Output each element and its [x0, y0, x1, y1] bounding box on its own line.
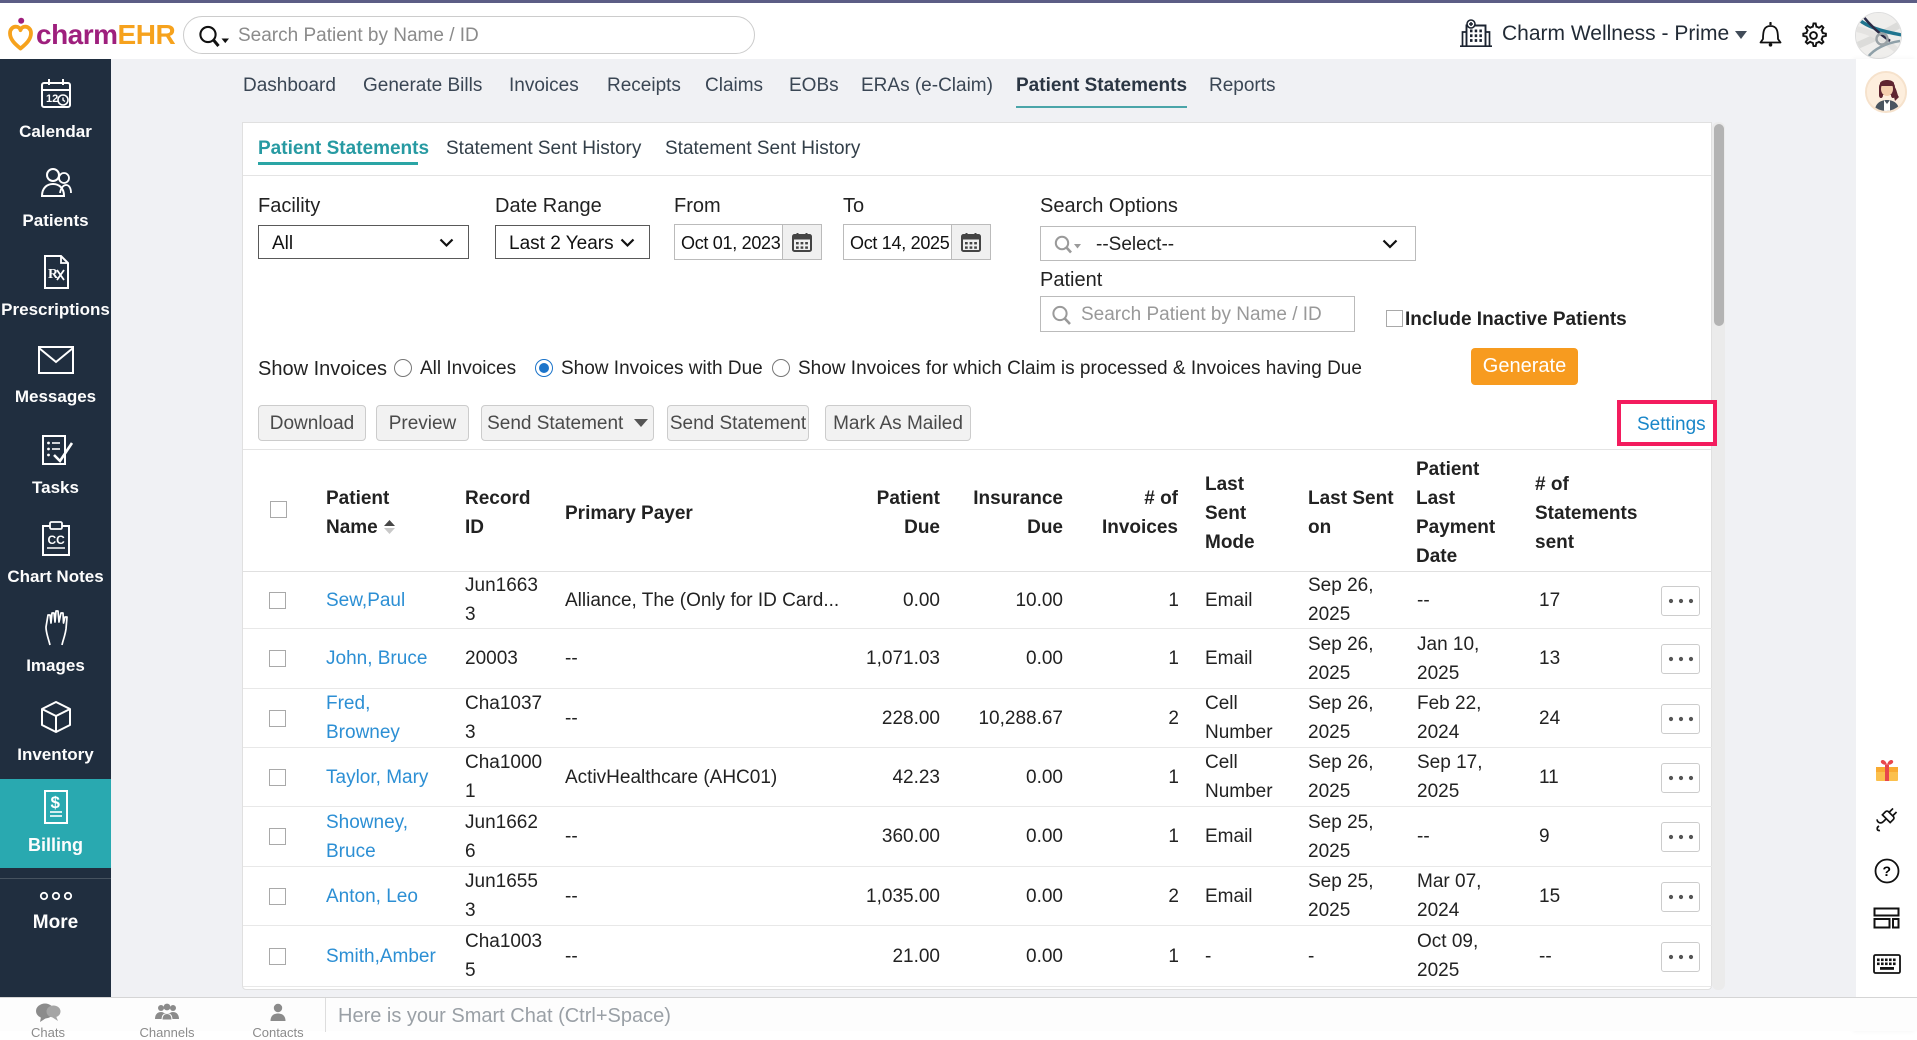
svg-text:?: ? [1882, 863, 1891, 879]
svg-text:$: $ [50, 793, 60, 812]
svg-text:12: 12 [46, 93, 58, 105]
svg-text:CC: CC [47, 533, 65, 547]
